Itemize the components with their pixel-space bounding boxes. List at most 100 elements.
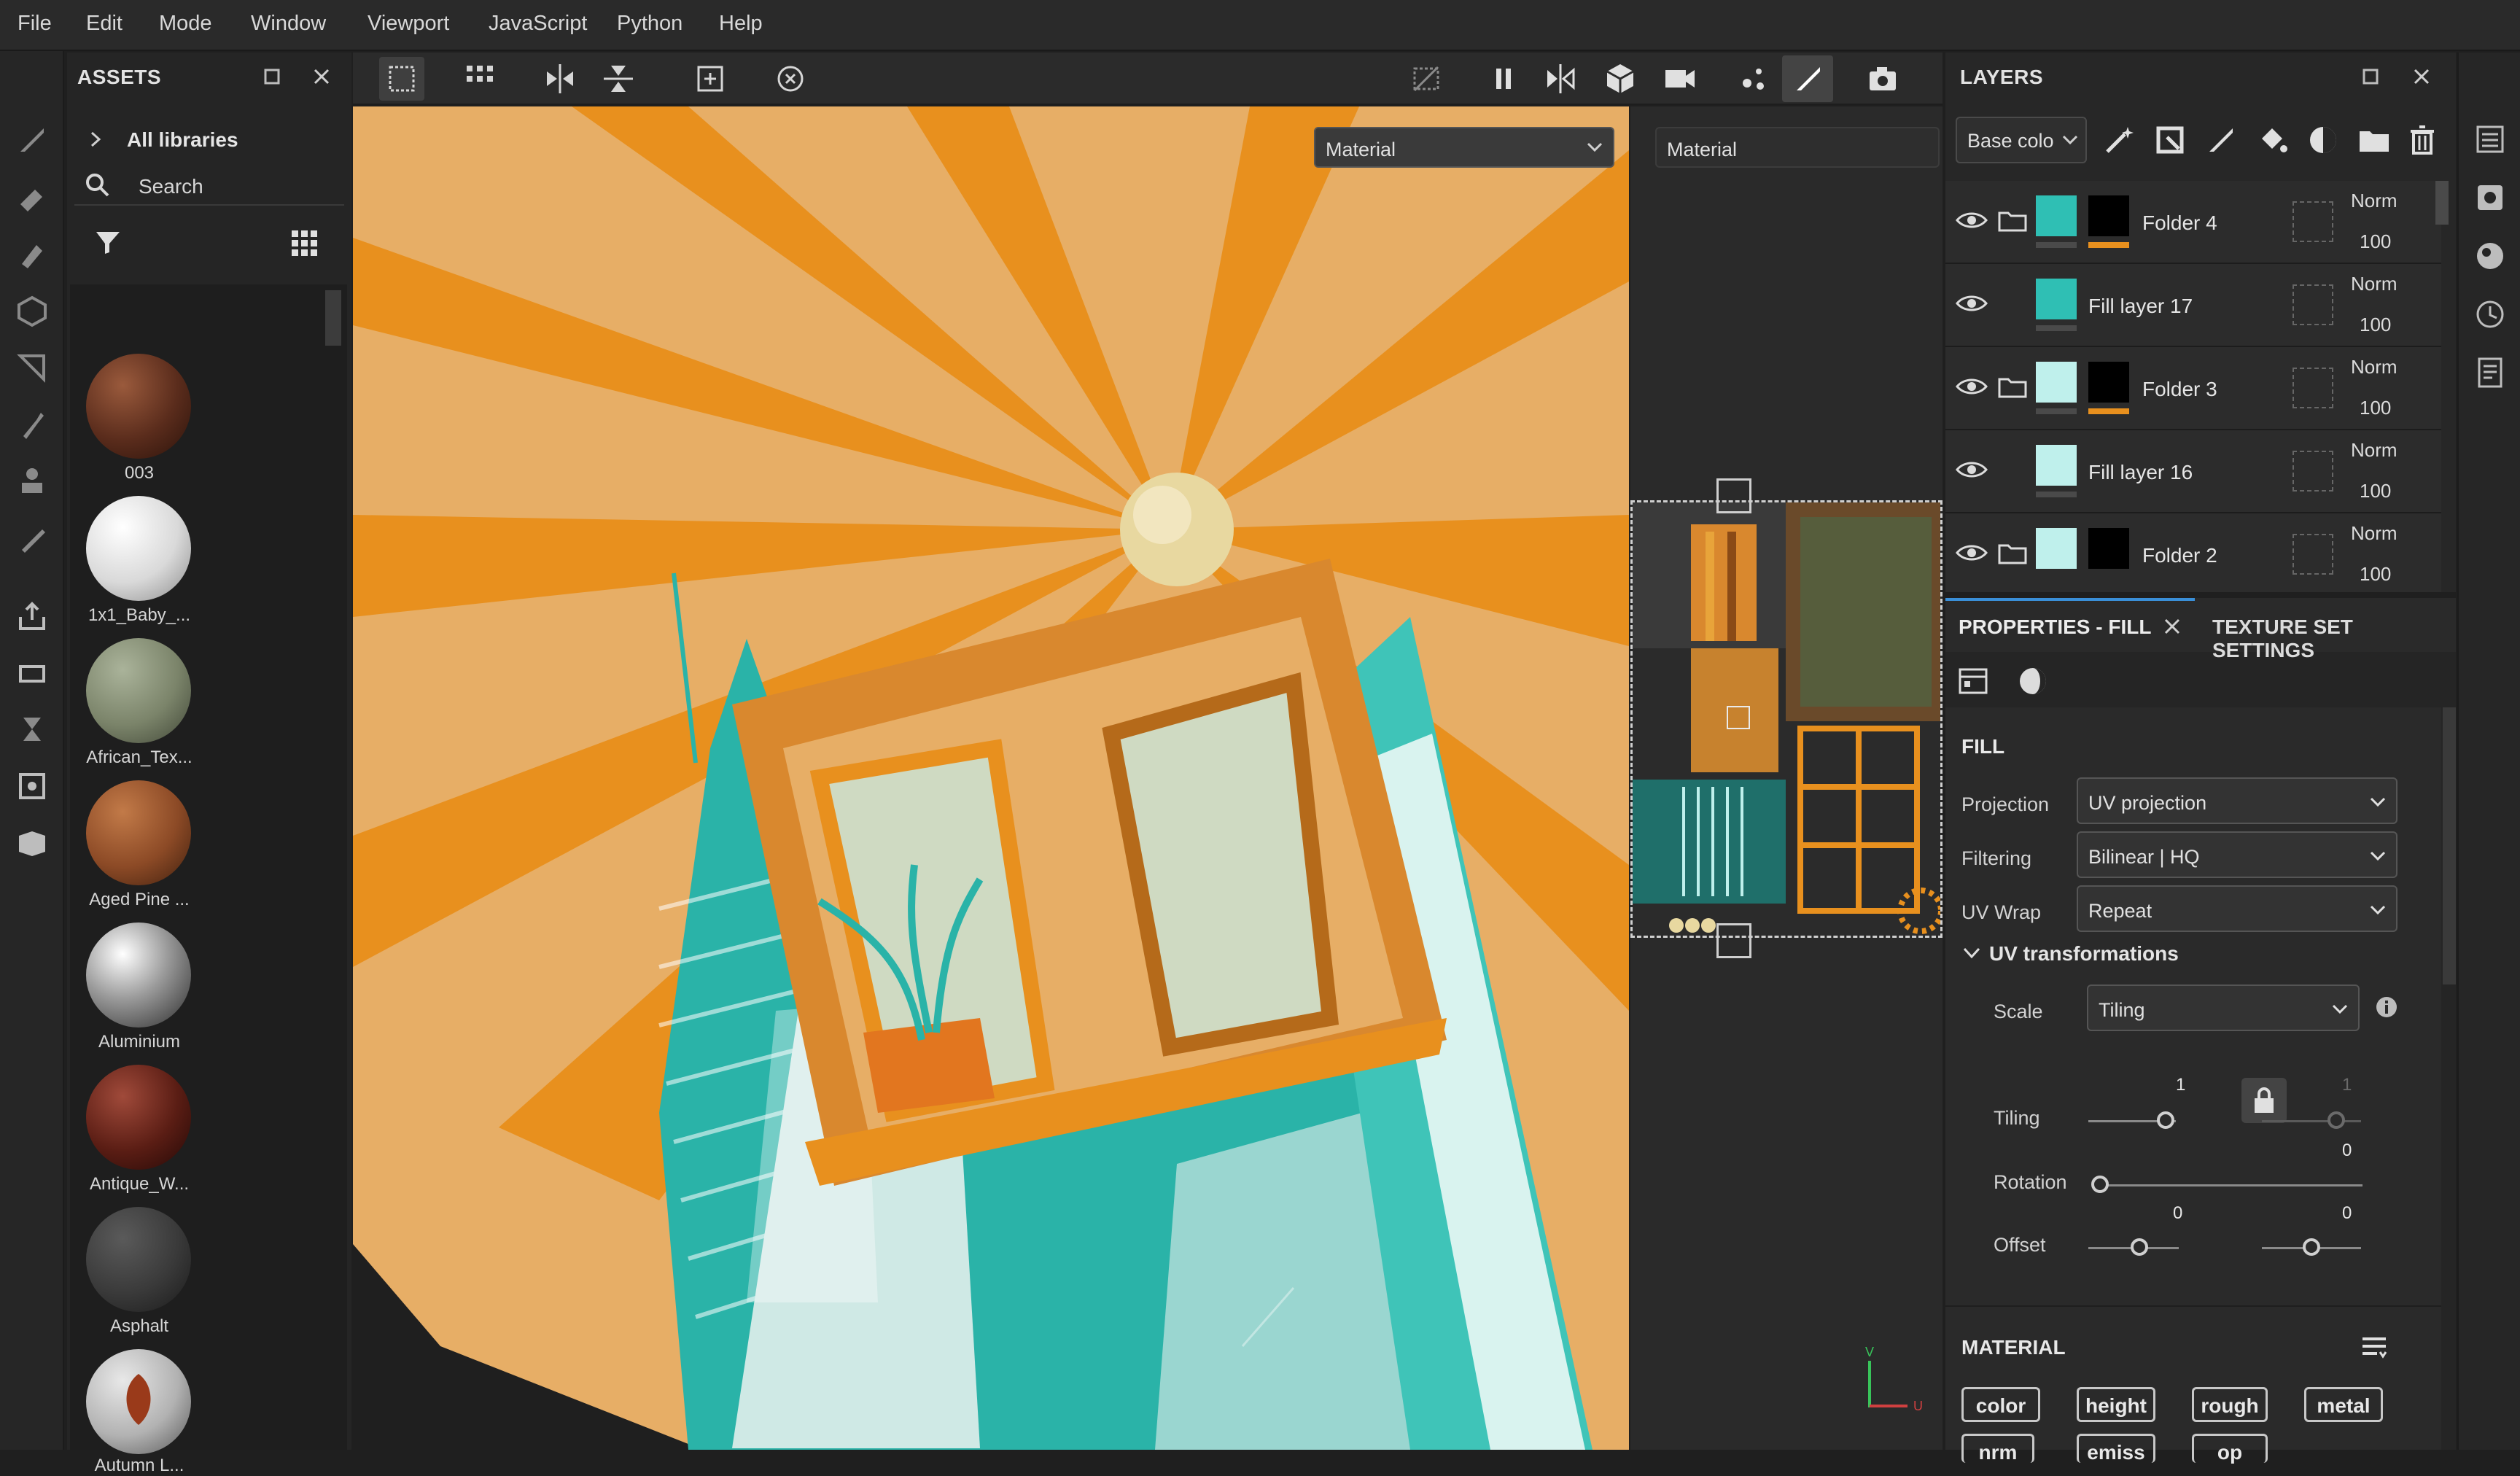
opacity[interactable]: 100	[2360, 314, 2391, 336]
viewport-2d[interactable]: Material V U	[1630, 106, 1942, 1450]
opacity[interactable]: 100	[2360, 480, 2391, 502]
eraser-icon[interactable]	[15, 179, 50, 214]
channel-color-button[interactable]: color	[1961, 1387, 2040, 1422]
particles-icon[interactable]	[1735, 61, 1770, 96]
asset-item[interactable]: Antique_W...	[70, 1065, 209, 1207]
material-dropdown-2d[interactable]: Material	[1655, 127, 1940, 168]
uv-transform-handle-bottom[interactable]	[1716, 923, 1751, 958]
asset-item[interactable]: Aluminium	[70, 922, 209, 1065]
uv-transform-handle-top[interactable]	[1716, 478, 1751, 513]
search-box[interactable]: Search	[74, 162, 344, 206]
channel-emiss-button[interactable]: emiss	[2077, 1434, 2155, 1464]
layer-row[interactable]: Fill layer 17 Norm 100	[1945, 264, 2441, 347]
visibility-eye-icon[interactable]	[1956, 293, 1988, 314]
clone-stamp-icon[interactable]	[15, 464, 50, 499]
layers-scrollbar[interactable]	[2435, 181, 2449, 225]
menu-python[interactable]: Python	[617, 12, 682, 36]
material-dropdown-3d[interactable]: Material	[1314, 127, 1614, 168]
menu-javascript[interactable]: JavaScript	[489, 12, 587, 36]
shader-settings-icon[interactable]	[2473, 239, 2507, 273]
visibility-eye-icon[interactable]	[1956, 376, 1988, 397]
fill-properties-icon[interactable]	[1956, 664, 1991, 699]
layer-row[interactable]: Fill layer 16 Norm 100	[1945, 430, 2441, 513]
dilation-icon[interactable]	[384, 61, 419, 96]
pause-icon[interactable]	[1486, 61, 1521, 96]
layer-row[interactable]: Folder 2 Norm 100	[1945, 513, 2441, 592]
rotation-knob[interactable]	[2091, 1176, 2109, 1193]
undock-icon[interactable]	[261, 66, 283, 88]
rotation-slider[interactable]	[2099, 1184, 2362, 1186]
menu-help[interactable]: Help	[719, 12, 763, 36]
visibility-eye-icon[interactable]	[1956, 210, 1988, 230]
tab-properties-fill[interactable]: PROPERTIES - FILL	[1959, 615, 2151, 639]
blend-mode[interactable]: Norm	[2351, 273, 2398, 295]
screenshot-camera-icon[interactable]	[1865, 61, 1900, 96]
channel-rough-button[interactable]: rough	[2192, 1387, 2268, 1422]
rotation-value[interactable]: 0	[2342, 1141, 2352, 1161]
asset-item[interactable]: Asphalt	[70, 1207, 209, 1349]
bake-icon[interactable]	[15, 655, 50, 690]
camera-icon[interactable]	[1662, 61, 1698, 96]
filter-icon[interactable]	[93, 228, 122, 257]
asset-item[interactable]: 1x1_Baby_...	[70, 496, 209, 638]
learn-book-icon[interactable]	[15, 826, 50, 861]
smudge-icon[interactable]	[15, 407, 50, 442]
blend-mode[interactable]: Norm	[2351, 190, 2398, 212]
texture-set-list-icon[interactable]	[2473, 123, 2507, 156]
visibility-eye-icon[interactable]	[1956, 543, 1988, 563]
export-icon[interactable]	[15, 598, 50, 633]
paint-mode-icon[interactable]	[1791, 61, 1826, 96]
frame-icon[interactable]	[693, 61, 728, 96]
visibility-eye-icon[interactable]	[1956, 459, 1988, 480]
tiling-u-knob[interactable]	[2157, 1111, 2174, 1129]
close-icon[interactable]	[2161, 615, 2183, 637]
asset-scrollbar[interactable]	[325, 290, 341, 346]
display-settings-icon[interactable]	[2473, 181, 2507, 214]
add-fill-layer-icon[interactable]	[2255, 123, 2290, 158]
projection-tool-icon[interactable]	[15, 236, 50, 271]
opacity[interactable]: 100	[2360, 563, 2391, 586]
menu-file[interactable]: File	[18, 12, 52, 36]
mirror-y-icon[interactable]	[601, 61, 636, 96]
search-input[interactable]: Search	[139, 175, 203, 198]
grid-view-icon[interactable]	[290, 229, 319, 258]
info-icon[interactable]	[2374, 995, 2399, 1019]
offset-u-value[interactable]: 0	[2173, 1203, 2182, 1224]
blend-mode[interactable]: Norm	[2351, 439, 2398, 462]
add-folder-icon[interactable]	[2357, 123, 2392, 158]
viewport-3d[interactable]: Material	[353, 106, 1629, 1450]
layer-row[interactable]: Folder 4 Norm 100	[1945, 181, 2441, 264]
asset-item[interactable]: Aged Pine ...	[70, 780, 209, 922]
opacity[interactable]: 100	[2360, 230, 2391, 253]
asset-item[interactable]: 003	[70, 354, 209, 496]
split-view-icon[interactable]	[1543, 61, 1578, 96]
projection-select[interactable]: UV projection	[2077, 777, 2398, 824]
properties-scrollbar[interactable]	[2443, 707, 2456, 984]
uvwrap-select[interactable]: Repeat	[2077, 885, 2398, 932]
menu-mode[interactable]: Mode	[159, 12, 212, 36]
hide-icon[interactable]	[1409, 61, 1444, 96]
tab-texture-set-settings[interactable]: TEXTURE SET SETTINGS	[2212, 615, 2456, 662]
log-icon[interactable]	[2473, 356, 2507, 389]
polygon-fill-icon[interactable]	[15, 350, 50, 385]
tiling-u-value[interactable]: 1	[2176, 1075, 2185, 1095]
tiling-v-value[interactable]: 1	[2342, 1075, 2352, 1095]
tiling-v-slider[interactable]	[2262, 1120, 2361, 1122]
offset-v-value[interactable]: 0	[2342, 1203, 2352, 1224]
hourglass-icon[interactable]	[15, 712, 50, 747]
layer-row[interactable]: Folder 3 Norm 100	[1945, 347, 2441, 430]
effects-wand-icon[interactable]	[2101, 123, 2136, 158]
paint-brush-icon[interactable]	[15, 123, 50, 158]
chevron-down-icon[interactable]	[1963, 947, 1980, 961]
lock-button[interactable]	[2241, 1078, 2287, 1123]
add-mask-icon[interactable]	[2152, 123, 2188, 158]
offset-u-knob[interactable]	[2131, 1238, 2148, 1256]
chevron-right-icon[interactable]	[89, 130, 104, 149]
blend-mode[interactable]: Norm	[2351, 522, 2398, 545]
all-libraries[interactable]: All libraries	[127, 128, 238, 152]
render-icon[interactable]	[15, 769, 50, 804]
scale-select[interactable]: Tiling	[2087, 984, 2360, 1031]
channel-height-button[interactable]: height	[2077, 1387, 2155, 1422]
close-icon[interactable]	[2411, 66, 2432, 88]
smart-material-icon[interactable]	[2306, 123, 2341, 158]
